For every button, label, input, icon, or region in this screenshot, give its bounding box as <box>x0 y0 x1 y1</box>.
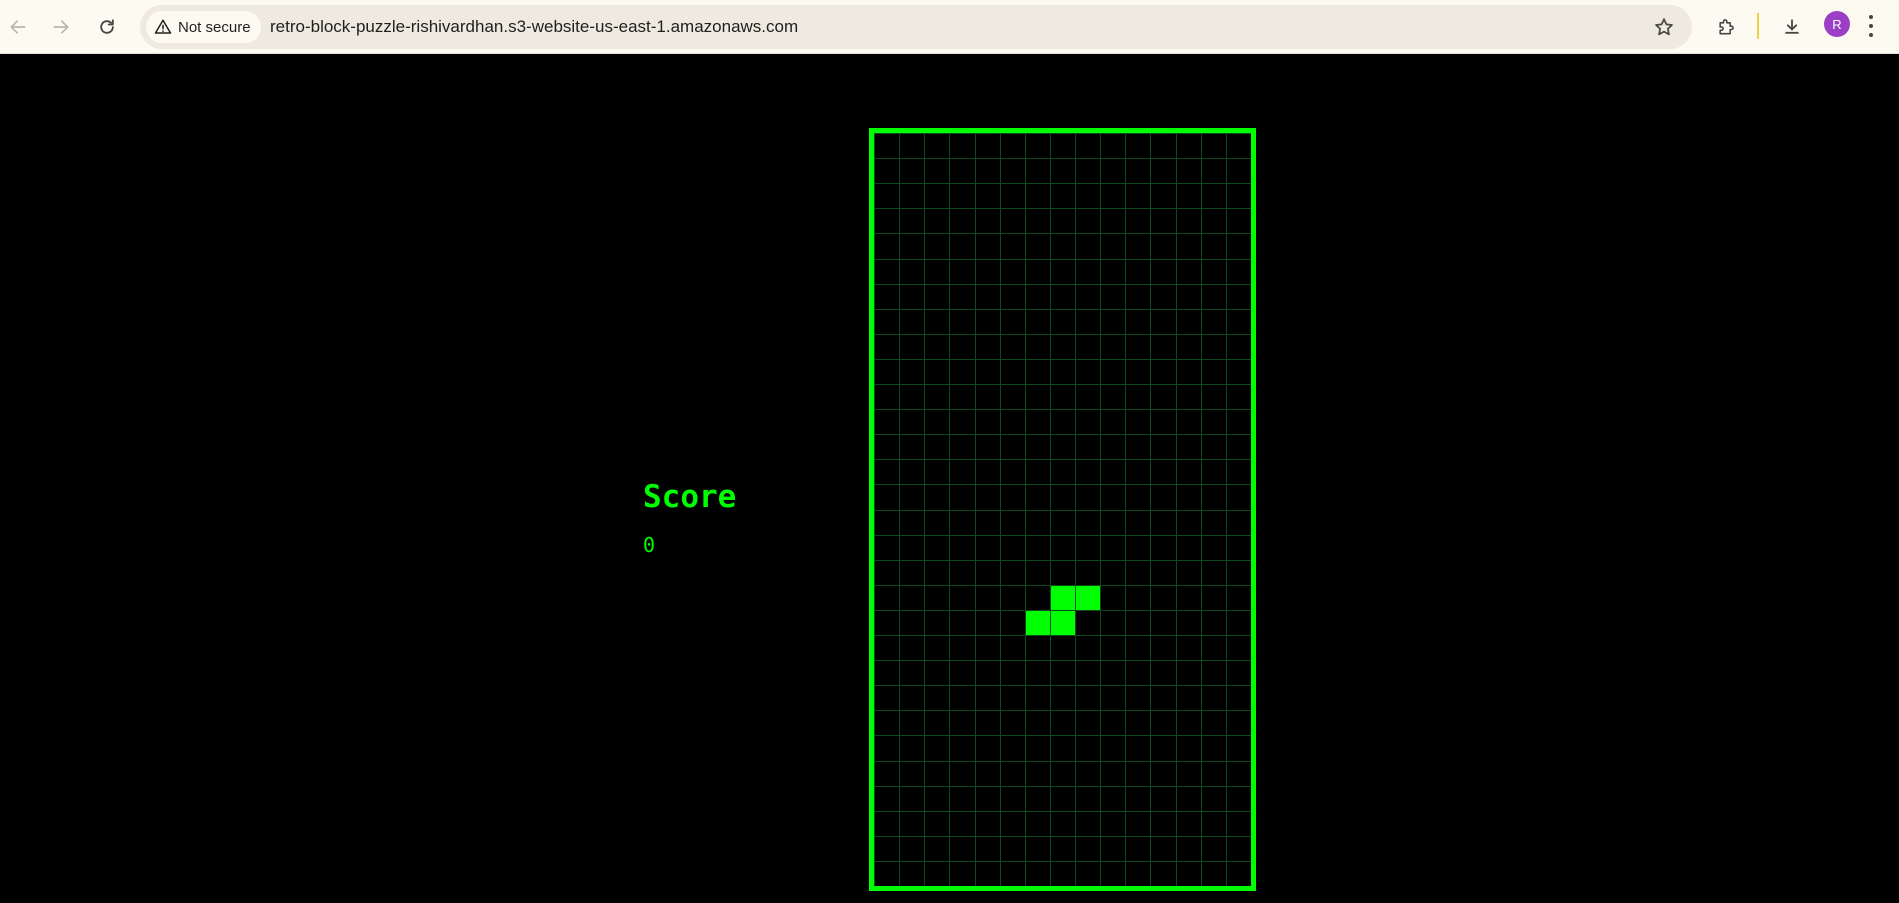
score-value: 0 <box>643 533 656 557</box>
download-icon <box>1785 19 1799 34</box>
active-piece-block <box>1026 611 1050 635</box>
back-button[interactable] <box>0 9 36 45</box>
active-piece-block <box>1051 586 1075 610</box>
reload-button[interactable] <box>89 9 125 45</box>
security-chip[interactable]: Not secure <box>146 11 261 43</box>
game-board[interactable] <box>869 128 1256 891</box>
url-text[interactable]: retro-block-puzzle-rishivardhan.s3-websi… <box>270 5 798 49</box>
score-label: Score <box>643 479 737 515</box>
extensions-icon <box>1719 19 1734 35</box>
score-panel: Score 0 <box>643 476 736 558</box>
active-piece-block <box>1051 611 1075 635</box>
address-bar[interactable]: Not secure retro-block-puzzle-rishivardh… <box>140 5 1692 49</box>
bookmark-button[interactable] <box>1652 15 1676 39</box>
download-button[interactable] <box>1774 9 1810 45</box>
warning-icon <box>154 19 172 34</box>
security-label: Not secure <box>178 18 251 36</box>
reload-icon <box>100 19 114 34</box>
toolbar-divider <box>1757 13 1759 39</box>
back-arrow-icon <box>10 20 26 34</box>
browser-toolbar: Not secure retro-block-puzzle-rishivardh… <box>0 0 1899 54</box>
more-menu-icon[interactable] <box>1868 15 1874 37</box>
forward-button[interactable] <box>43 9 79 45</box>
extensions-button[interactable] <box>1708 9 1744 45</box>
board-grid <box>874 133 1251 886</box>
profile-avatar[interactable]: R <box>1824 11 1850 37</box>
star-icon <box>1655 18 1673 36</box>
active-piece-block <box>1076 586 1100 610</box>
forward-arrow-icon <box>53 20 69 34</box>
